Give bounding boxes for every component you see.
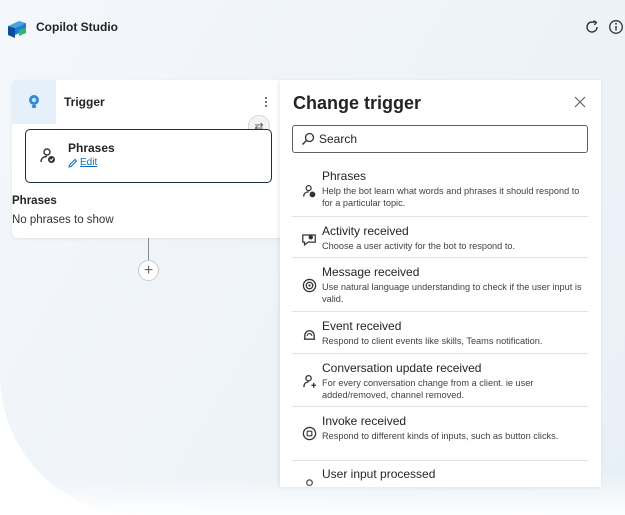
panel-title: Change trigger (293, 93, 422, 113)
trigger-option-activity-received[interactable]: Activity received Choose a user activity… (292, 217, 588, 258)
trigger-option-title: Conversation update received (322, 361, 482, 375)
invoke-icon (301, 425, 317, 441)
trigger-node-header: Trigger (12, 80, 280, 124)
search-box[interactable] (292, 125, 588, 153)
user-input-icon (301, 477, 317, 487)
message-icon (301, 277, 317, 293)
activity-icon (301, 231, 317, 247)
trigger-option-title: Event received (322, 319, 402, 333)
trigger-option-title: Phrases (322, 169, 367, 183)
conversation-update-icon (301, 373, 317, 389)
app-window: Copilot Studio Trigger ⇄ Phrases Edit Ph… (0, 0, 625, 515)
trigger-option-title: User input processed (322, 467, 436, 481)
event-icon (301, 326, 317, 342)
search-input[interactable] (319, 129, 579, 149)
trigger-list: Phrases Help the bot learn what words an… (292, 162, 588, 487)
phrases-empty-text: No phrases to show (12, 214, 114, 226)
more-options-button[interactable] (260, 92, 272, 112)
trigger-option-description: For every conversation change from a cli… (322, 378, 534, 400)
add-node-button[interactable]: + (138, 260, 159, 281)
trigger-option-phrases[interactable]: Phrases Help the bot learn what words an… (292, 162, 588, 217)
trigger-option-title: Activity received (322, 224, 409, 238)
trigger-option-description: Respond to different kinds of inputs, su… (322, 431, 559, 441)
trigger-icon-badge (12, 80, 56, 124)
lightbulb-trigger-icon (29, 95, 39, 108)
change-trigger-panel: Change trigger Phrases Help the bot lear… (280, 80, 601, 487)
trigger-option-invoke-received[interactable]: Invoke received Respond to different kin… (292, 407, 588, 461)
node-connector (148, 238, 149, 260)
trigger-option-message-received[interactable]: Message received Use natural language un… (292, 258, 588, 312)
app-header: Copilot Studio (0, 0, 625, 58)
close-icon (574, 96, 586, 108)
trigger-option-title: Message received (322, 265, 420, 279)
edit-link[interactable]: Edit (68, 157, 97, 168)
refresh-button[interactable] (582, 17, 602, 37)
copilot-studio-logo-icon (8, 21, 26, 38)
search-icon (302, 132, 315, 145)
plus-icon: + (143, 261, 154, 279)
phrases-section-heading: Phrases (12, 195, 57, 207)
trigger-option-description: Choose a user activity for the bot to re… (322, 241, 516, 251)
info-button[interactable] (606, 17, 625, 37)
close-panel-button[interactable] (572, 94, 588, 110)
edit-link-label: Edit (80, 157, 98, 168)
trigger-option-event-received[interactable]: Event received Respond to client events … (292, 312, 588, 354)
trigger-option-title: Invoke received (322, 414, 407, 428)
trigger-option-user-input-processed[interactable]: User input processed (292, 461, 588, 487)
pencil-icon (68, 158, 78, 168)
phrases-trigger-box[interactable]: Phrases Edit (25, 129, 272, 183)
trigger-option-description: Respond to client events like skills, Te… (322, 336, 543, 346)
phrases-icon (40, 148, 55, 163)
trigger-option-conversation-update-received[interactable]: Conversation update received For every c… (292, 354, 588, 407)
trigger-option-description: Help the bot learn what words and phrase… (322, 186, 580, 208)
refresh-icon (586, 20, 598, 33)
trigger-node[interactable]: Trigger ⇄ Phrases Edit Phrases No phrase… (12, 80, 280, 238)
info-icon (609, 20, 623, 34)
phrases-box-title: Phrases (68, 141, 115, 155)
trigger-option-description: Use natural language understanding to ch… (322, 282, 582, 304)
trigger-label: Trigger (64, 95, 105, 109)
app-title: Copilot Studio (36, 20, 118, 34)
phrases-icon (301, 183, 317, 199)
